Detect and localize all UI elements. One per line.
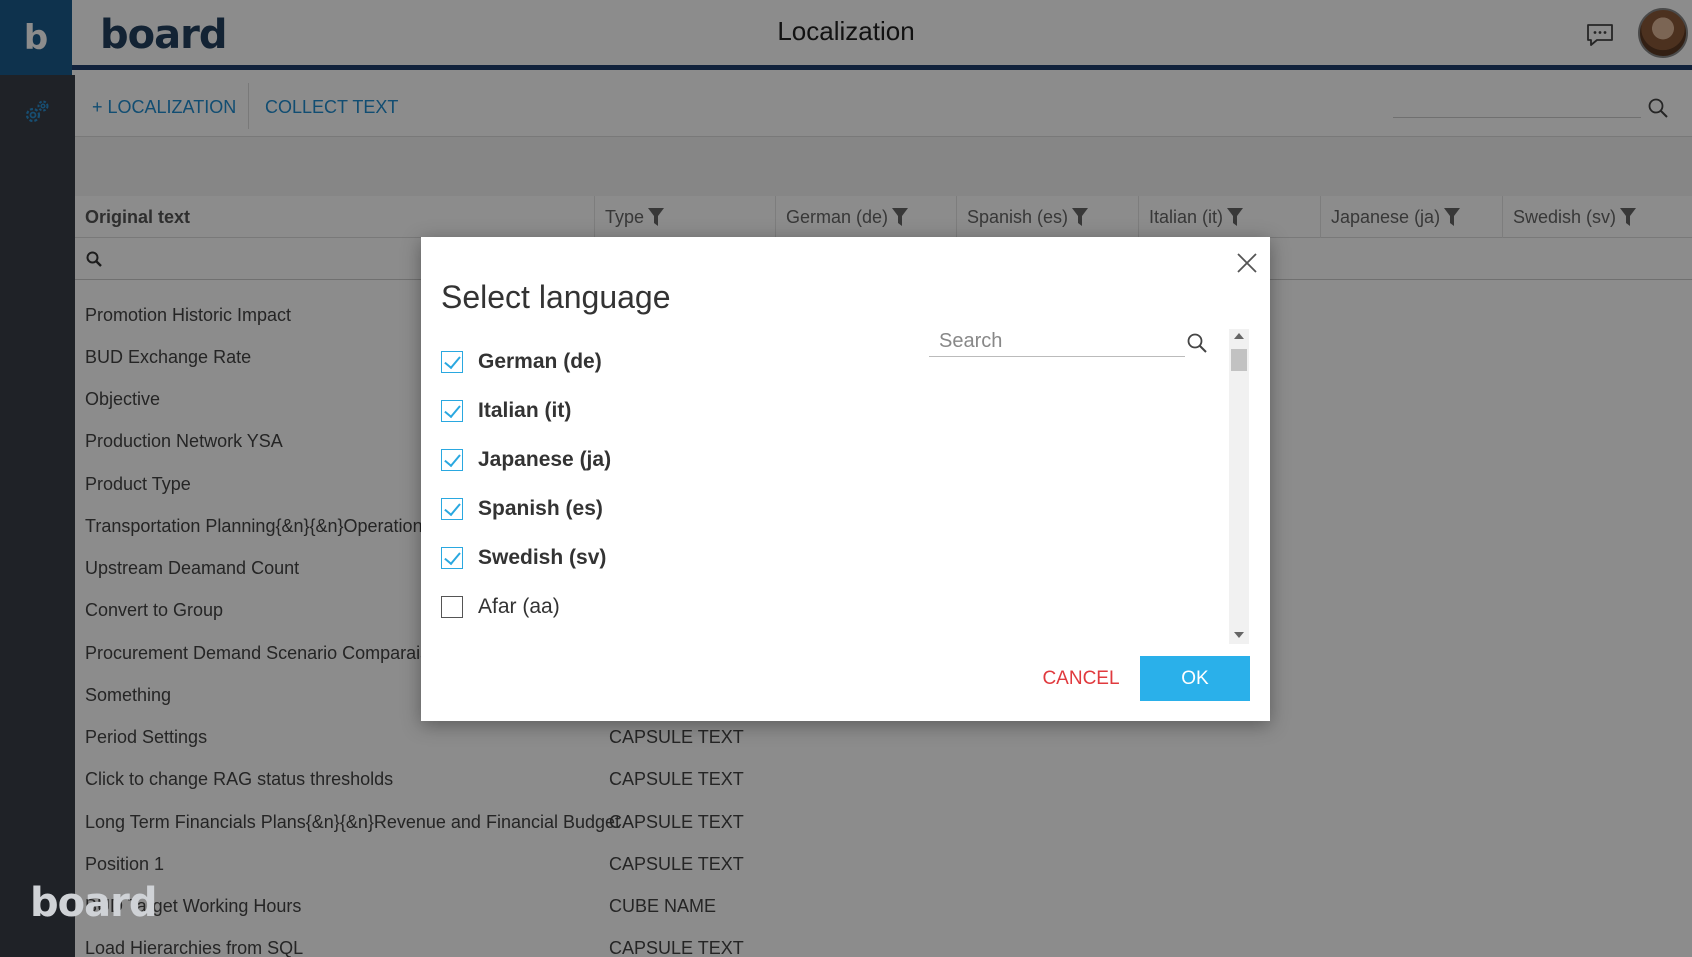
checkbox-checked[interactable] — [441, 498, 463, 520]
select-language-dialog: Select language German (de) Italian (it)… — [421, 237, 1270, 721]
language-label: Japanese (ja) — [478, 448, 612, 471]
language-option[interactable]: Japanese (ja) — [441, 445, 861, 475]
language-search-field[interactable] — [929, 327, 1185, 357]
ok-button[interactable]: OK — [1140, 656, 1250, 701]
scroll-down-arrow-icon[interactable] — [1234, 632, 1244, 638]
checkbox-unchecked[interactable] — [441, 596, 463, 618]
scroll-thumb[interactable] — [1231, 349, 1247, 371]
checkbox-checked[interactable] — [441, 400, 463, 422]
checkbox-checked[interactable] — [441, 351, 463, 373]
language-label: German (de) — [478, 350, 602, 373]
close-icon[interactable] — [1235, 251, 1259, 275]
language-option[interactable]: German (de) — [441, 347, 861, 377]
sidebar-board-logo: board — [30, 880, 157, 926]
checkbox-checked[interactable] — [441, 449, 463, 471]
language-label: Spanish (es) — [478, 497, 603, 520]
language-option[interactable]: Spanish (es) — [441, 494, 861, 524]
language-search-input[interactable] — [929, 327, 1159, 355]
language-option[interactable]: Swedish (sv) — [441, 543, 861, 573]
language-label: Afar (aa) — [478, 595, 560, 618]
checkbox-checked[interactable] — [441, 547, 463, 569]
language-label: Swedish (sv) — [478, 546, 607, 569]
dialog-title: Select language — [441, 279, 671, 315]
language-option[interactable]: Afar (aa) — [441, 592, 861, 622]
scroll-up-arrow-icon[interactable] — [1234, 333, 1244, 339]
language-list-scrollbar[interactable] — [1229, 329, 1249, 644]
language-option[interactable]: Italian (it) — [441, 396, 861, 426]
search-icon[interactable] — [1186, 332, 1208, 354]
language-label: Italian (it) — [478, 399, 572, 422]
cancel-button[interactable]: CANCEL — [1031, 657, 1131, 701]
